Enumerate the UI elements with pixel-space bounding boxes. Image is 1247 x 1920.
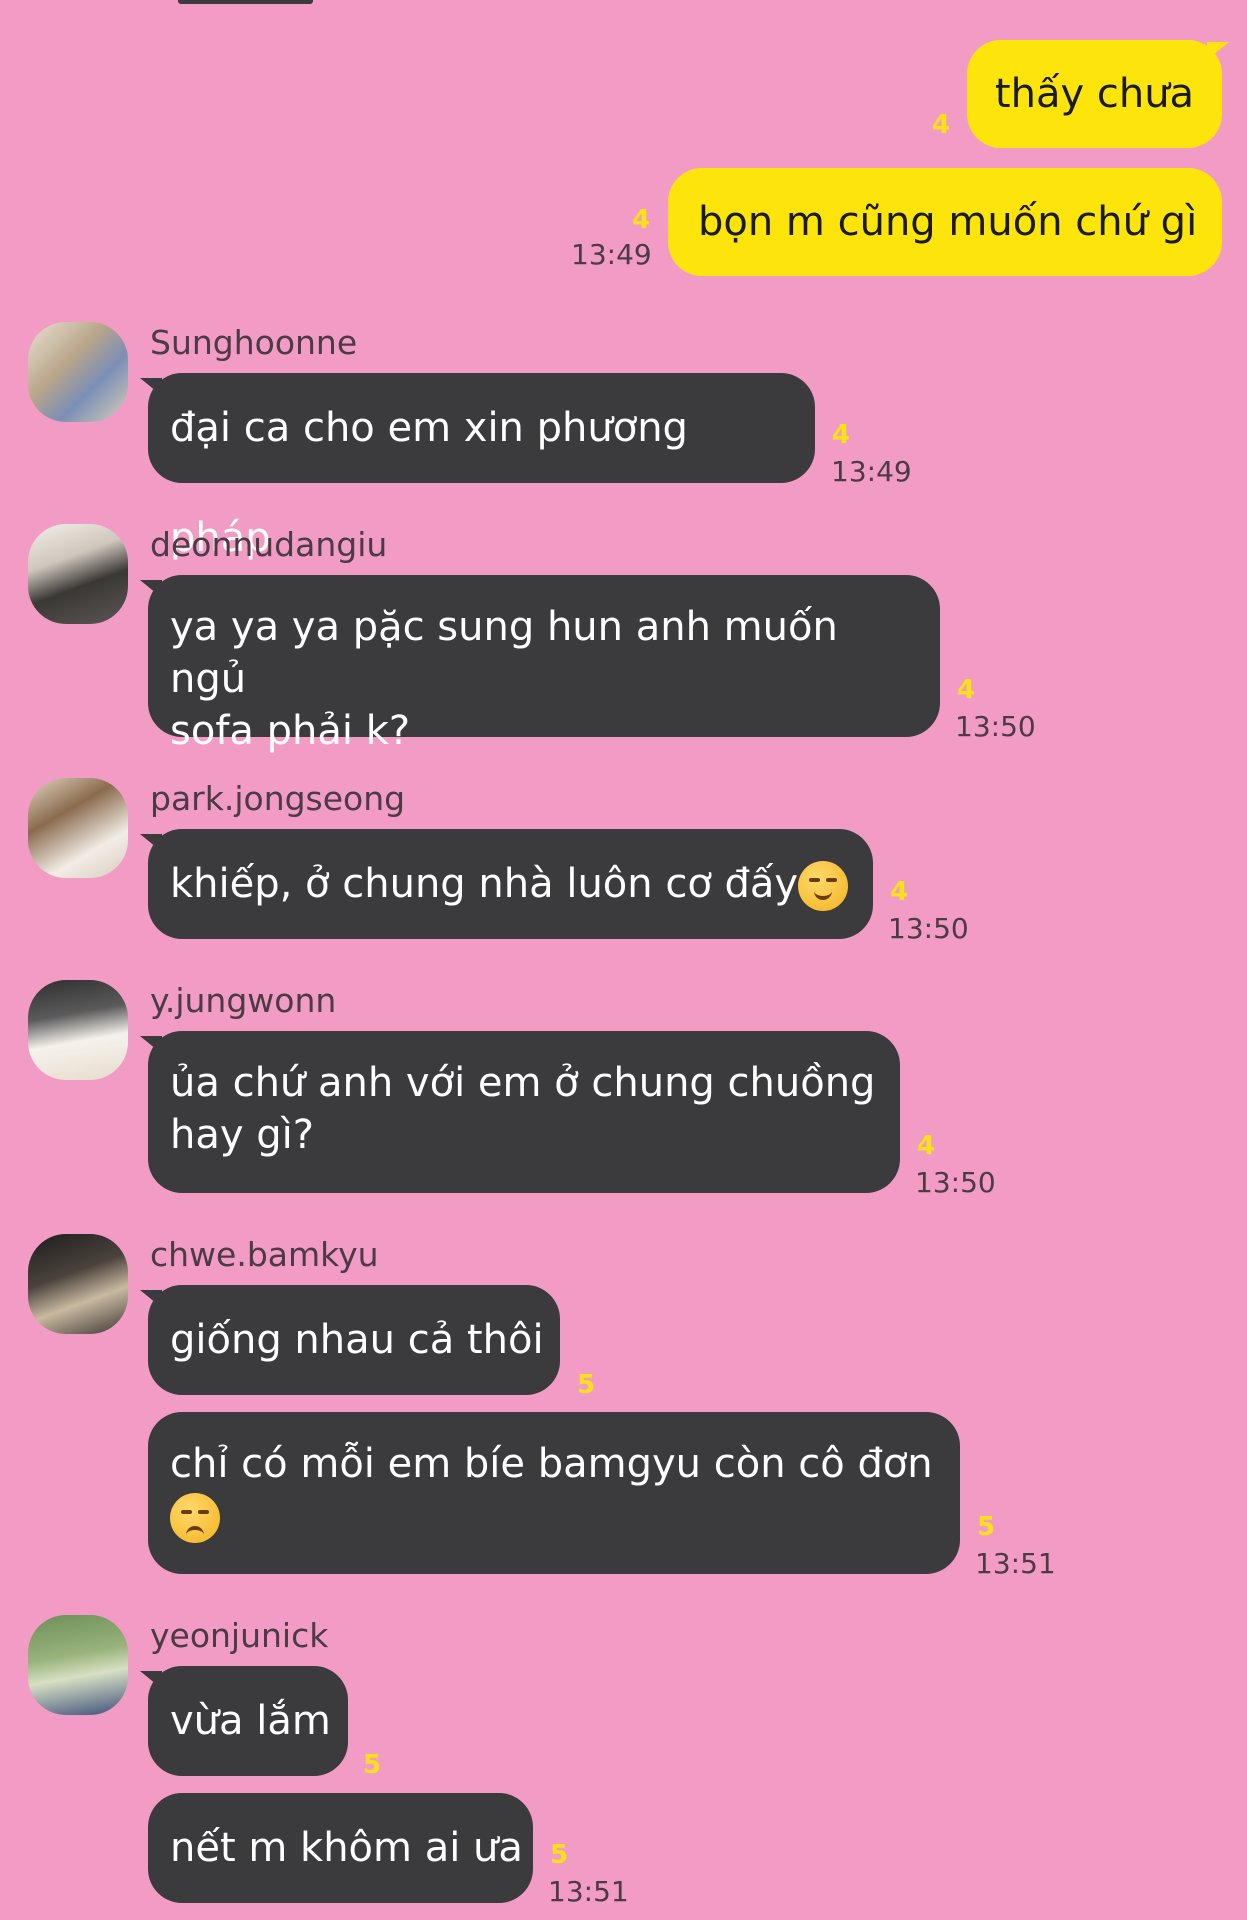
- sender-name: deonnudangiu: [150, 525, 388, 564]
- my-message-bubble[interactable]: bọn m cũng muốn chứ gì: [668, 168, 1222, 276]
- sender-name: yeonjunick: [150, 1616, 329, 1655]
- avatar[interactable]: [28, 980, 128, 1080]
- unread-count: 4: [917, 1131, 936, 1161]
- message-text: nết m khôm ai ưa: [170, 1825, 523, 1871]
- message-bubble[interactable]: ủa chứ anh với em ở chung chuồng hay gì?: [148, 1031, 900, 1193]
- message-bubble[interactable]: giống nhau cả thôi: [148, 1285, 560, 1395]
- timestamp: 13:49: [831, 455, 912, 488]
- message-text-line: chỉ có mỗi em bíe bamgyu còn cô đơn: [170, 1441, 933, 1487]
- previous-message-edge: [178, 0, 313, 4]
- my-message-bubble[interactable]: thấy chưa: [967, 40, 1222, 148]
- message-bubble[interactable]: chỉ có mỗi em bíe bamgyu còn cô đơn: [148, 1412, 960, 1574]
- timestamp: 13:50: [888, 912, 969, 945]
- message-text-line: sofa phải k?: [170, 708, 411, 754]
- timestamp: 13:50: [915, 1166, 996, 1199]
- message-text: giống nhau cả thôi: [170, 1317, 544, 1363]
- timestamp: 13:50: [955, 710, 1036, 743]
- avatar[interactable]: [28, 778, 128, 878]
- smirking-face-emoji: [798, 861, 849, 911]
- message-bubble[interactable]: vừa lắm: [148, 1666, 348, 1776]
- message-text: bọn m cũng muốn chứ gì: [698, 199, 1198, 245]
- message-bubble[interactable]: ya ya ya pặc sung hun anh muốn ngủ sofa …: [148, 575, 940, 754]
- avatar[interactable]: [28, 524, 128, 624]
- sender-name: park.jongseong: [150, 779, 406, 818]
- timestamp: 13:51: [548, 1875, 629, 1908]
- unread-count: 5: [550, 1840, 569, 1870]
- message-bubble[interactable]: khiếp, ở chung nhà luôn cơ đấy: [148, 829, 873, 939]
- unread-count: 5: [577, 1370, 596, 1400]
- message-text-line: ya ya ya pặc sung hun anh muốn ngủ: [170, 604, 838, 702]
- message-text-line: hay gì?: [170, 1112, 314, 1158]
- unread-count: 5: [363, 1750, 382, 1780]
- message-text-line: ủa chứ anh với em ở chung chuồng: [170, 1060, 876, 1106]
- message-text: vừa lắm: [170, 1698, 331, 1744]
- unread-count: 5: [977, 1512, 996, 1542]
- avatar[interactable]: [28, 1234, 128, 1334]
- disappointed-face-emoji: [170, 1493, 220, 1543]
- unread-count: 4: [832, 420, 851, 450]
- unread-count: 4: [890, 877, 909, 907]
- unread-count: 4: [632, 205, 651, 235]
- unread-count: 4: [957, 675, 976, 705]
- avatar[interactable]: [28, 1615, 128, 1715]
- sender-name: y.jungwonn: [150, 981, 337, 1020]
- bubble-tail: [1207, 42, 1229, 60]
- unread-count: 4: [932, 110, 951, 140]
- timestamp: 13:51: [975, 1547, 1056, 1580]
- sender-name: chwe.bamkyu: [150, 1235, 379, 1274]
- sender-name: Sunghoonne: [150, 323, 358, 362]
- message-bubble[interactable]: nết m khôm ai ưa: [148, 1793, 533, 1903]
- message-text: khiếp, ở chung nhà luôn cơ đấy: [170, 861, 799, 907]
- message-text: thấy chưa: [994, 71, 1195, 117]
- avatar[interactable]: [28, 322, 128, 422]
- timestamp: 13:49: [571, 238, 652, 271]
- message-bubble[interactable]: đại ca cho em xin phương pháp: [148, 373, 815, 561]
